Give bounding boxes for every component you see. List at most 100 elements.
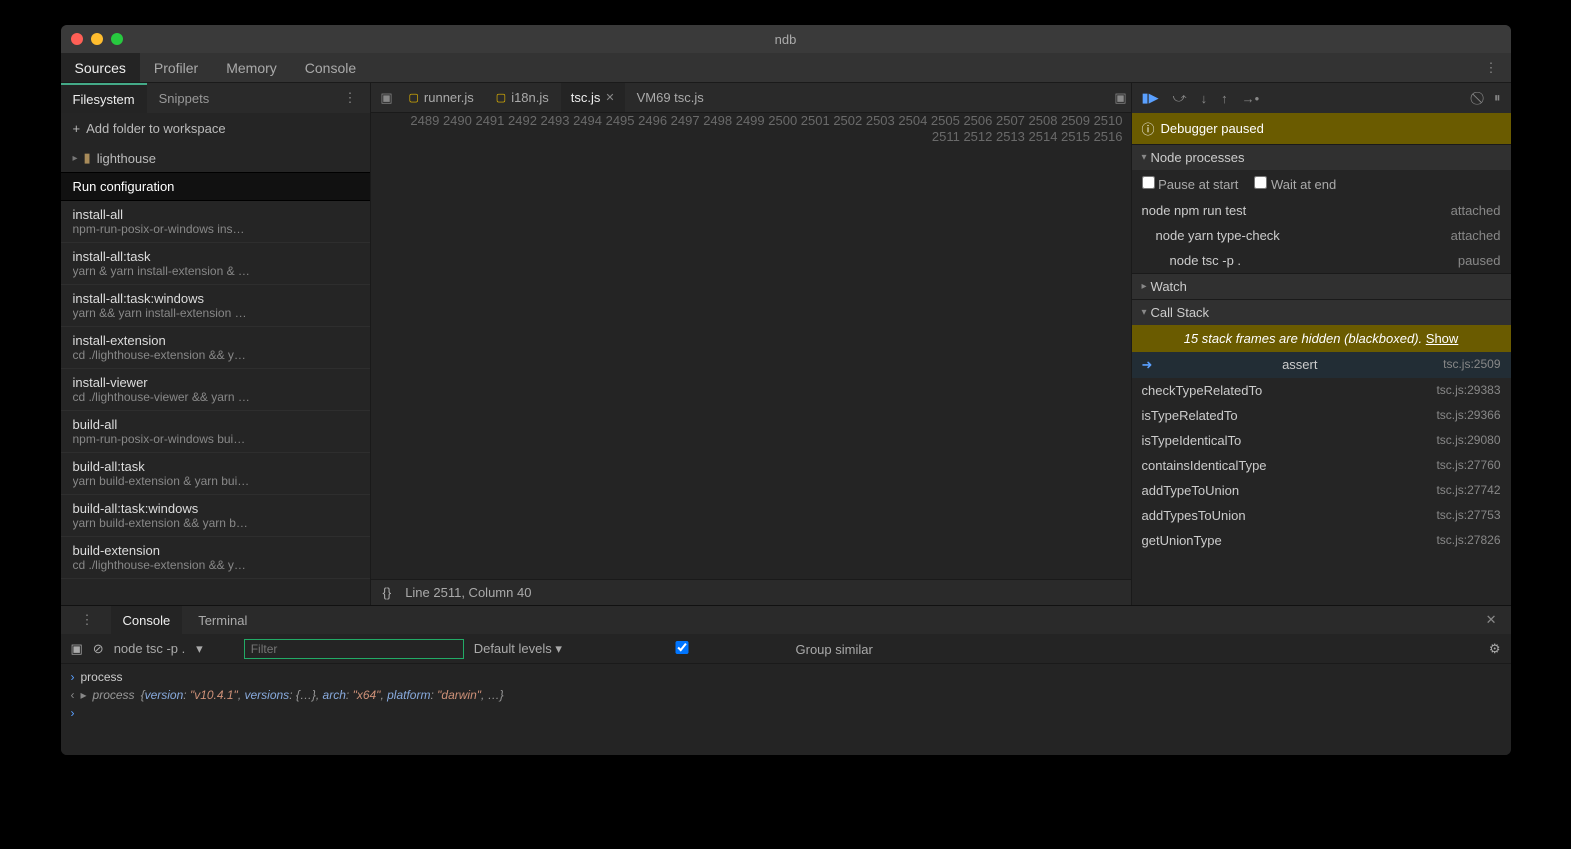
more-menu-icon[interactable]: ⋮: [1473, 60, 1511, 76]
step-icon[interactable]: →•: [1242, 91, 1260, 106]
console-filter-input[interactable]: [244, 639, 464, 659]
clear-console-icon[interactable]: ⊘: [93, 641, 104, 657]
script-build-all:task[interactable]: build-all:taskyarn build-extension & yar…: [61, 453, 370, 495]
tab-console[interactable]: Console: [291, 53, 370, 82]
navigator-more-icon[interactable]: ⋮: [332, 90, 370, 106]
folder-icon: ▮: [84, 150, 91, 166]
group-similar-checkbox[interactable]: Group similar: [572, 641, 873, 657]
process-options: Pause at start Wait at end: [1132, 170, 1511, 198]
step-out-icon[interactable]: ↑: [1221, 91, 1228, 106]
add-folder-label: Add folder to workspace: [86, 121, 225, 136]
app-window: ndb Sources Profiler Memory Console ⋮ Fi…: [61, 25, 1511, 755]
stack-frame[interactable]: addTypeToUniontsc.js:27742: [1132, 478, 1511, 503]
banner-text: Debugger paused: [1161, 121, 1264, 136]
debugger-panel: ▮▶ ⤻ ↓ ↑ →• ⃠ ⏸ ⓘ Debugger paused Node p…: [1131, 83, 1511, 605]
folder-lighthouse[interactable]: ▸ ▮ lighthouse: [61, 144, 370, 172]
check-label: Pause at start: [1158, 177, 1238, 192]
process-item[interactable]: node tsc -p .paused: [1132, 248, 1511, 273]
context-select[interactable]: node tsc -p . ▾: [114, 641, 234, 657]
line-gutter: 2489 2490 2491 2492 2493 2494 2495 2496 …: [371, 113, 1131, 579]
stack-frame[interactable]: asserttsc.js:2509: [1132, 352, 1511, 378]
stack-frame[interactable]: isTypeRelatedTotsc.js:29366: [1132, 403, 1511, 428]
section-node-processes[interactable]: Node processes: [1132, 144, 1511, 170]
script-install-extension[interactable]: install-extensioncd ./lighthouse-extensi…: [61, 327, 370, 369]
add-folder-button[interactable]: + Add folder to workspace: [61, 113, 370, 144]
nav-toggle-icon[interactable]: ▣: [377, 90, 397, 106]
subtab-filesystem[interactable]: Filesystem: [61, 83, 147, 113]
wait-at-end-checkbox[interactable]: Wait at end: [1254, 176, 1336, 192]
filetab-runner[interactable]: ▢ runner.js: [399, 83, 484, 112]
script-build-all[interactable]: build-allnpm-run-posix-or-windows bui…: [61, 411, 370, 453]
filetab-i18n[interactable]: ▢i18n.js: [486, 83, 559, 112]
script-build-all:task:windows[interactable]: build-all:task:windowsyarn build-extensi…: [61, 495, 370, 537]
plus-icon: +: [73, 121, 81, 136]
console-result-type: process: [93, 688, 135, 702]
drawer-tab-console[interactable]: Console: [111, 606, 183, 634]
step-into-icon[interactable]: ↓: [1201, 91, 1208, 106]
filetab-label: VM69 tsc.js: [637, 90, 704, 105]
stack-frame[interactable]: containsIdenticalTypetsc.js:27760: [1132, 453, 1511, 478]
editor-panel: ▣ ▢ runner.js ▢i18n.js tsc.js ✕ VM69 tsc.j…: [371, 83, 1131, 605]
tab-memory[interactable]: Memory: [212, 53, 291, 82]
subtab-snippets[interactable]: Snippets: [147, 83, 222, 113]
chevron-right-icon: ▸: [73, 153, 78, 164]
stack-frame[interactable]: addTypesToUniontsc.js:27753: [1132, 503, 1511, 528]
code-editor[interactable]: 2489 2490 2491 2492 2493 2494 2495 2496 …: [371, 113, 1131, 579]
debugger-paused-banner: ⓘ Debugger paused: [1132, 113, 1511, 144]
tab-sources[interactable]: Sources: [61, 53, 140, 82]
script-install-all:task[interactable]: install-all:taskyarn & yarn install-exte…: [61, 243, 370, 285]
drawer-menu-icon[interactable]: ⋮: [69, 612, 107, 628]
js-file-icon: ▢: [409, 91, 419, 104]
resume-icon[interactable]: ▮▶: [1142, 90, 1159, 106]
console-output[interactable]: ›process ‹▸process {version: "v10.4.1", …: [61, 664, 1511, 755]
step-over-icon[interactable]: ⤻: [1173, 90, 1187, 106]
zoom-window-button[interactable]: [111, 33, 123, 45]
pause-exceptions-icon[interactable]: ⏸: [1494, 90, 1501, 106]
filetab-label: runner.js: [424, 90, 474, 105]
show-nav-icon[interactable]: ▣: [1111, 90, 1131, 106]
process-item[interactable]: node yarn type-checkattached: [1132, 223, 1511, 248]
js-file-icon: ▢: [496, 91, 506, 104]
expand-icon[interactable]: ▸: [81, 688, 87, 702]
blackbox-show-link[interactable]: Show: [1426, 331, 1459, 346]
tab-profiler[interactable]: Profiler: [140, 53, 212, 82]
stack-frame[interactable]: isTypeIdenticalTotsc.js:29080: [1132, 428, 1511, 453]
run-configuration-header: Run configuration: [61, 172, 370, 201]
drawer-tab-terminal[interactable]: Terminal: [186, 606, 259, 634]
script-build-extension[interactable]: build-extensioncd ./lighthouse-extension…: [61, 537, 370, 579]
console-result[interactable]: {version: "v10.4.1", versions: {…}, arch…: [141, 688, 504, 702]
script-install-viewer[interactable]: install-viewercd ./lighthouse-viewer && …: [61, 369, 370, 411]
section-watch[interactable]: Watch: [1132, 273, 1511, 299]
stack-frame[interactable]: getUnionTypetsc.js:27826: [1132, 528, 1511, 553]
pretty-print-icon[interactable]: {}: [383, 585, 392, 600]
folder-label: lighthouse: [97, 151, 156, 166]
stack-frame[interactable]: checkTypeRelatedTotsc.js:29383: [1132, 378, 1511, 403]
process-item[interactable]: node npm run testattached: [1132, 198, 1511, 223]
check-label: Wait at end: [1271, 177, 1336, 192]
close-tab-icon[interactable]: ✕: [605, 91, 614, 104]
console-sidebar-icon[interactable]: ▣: [71, 641, 83, 657]
console-settings-icon[interactable]: ⚙: [1489, 641, 1501, 657]
section-label: Watch: [1151, 279, 1187, 294]
log-levels-select[interactable]: Default levels ▾: [474, 641, 562, 657]
close-drawer-icon[interactable]: ✕: [1480, 612, 1503, 628]
section-call-stack[interactable]: Call Stack: [1132, 299, 1511, 325]
console-toolbar: ▣ ⊘ node tsc -p . ▾ Default levels ▾ Gro…: [61, 634, 1511, 664]
section-label: Node processes: [1151, 150, 1245, 165]
minimize-window-button[interactable]: [91, 33, 103, 45]
filetab-label: tsc.js: [571, 90, 601, 105]
file-tabbar: ▣ ▢ runner.js ▢i18n.js tsc.js ✕ VM69 tsc.j…: [371, 83, 1131, 113]
console-input-echo: process: [81, 670, 123, 684]
filetab-tsc[interactable]: tsc.js ✕: [561, 83, 625, 112]
close-window-button[interactable]: [71, 33, 83, 45]
script-install-all:task:windows[interactable]: install-all:task:windowsyarn && yarn ins…: [61, 285, 370, 327]
pause-at-start-checkbox[interactable]: Pause at start: [1142, 176, 1239, 192]
drawer-panel: ⋮ Console Terminal ✕ ▣ ⊘ node tsc -p . ▾…: [61, 605, 1511, 755]
cursor-position: Line 2511, Column 40: [405, 585, 531, 600]
window-title: ndb: [775, 32, 797, 47]
main-tabbar: Sources Profiler Memory Console ⋮: [61, 53, 1511, 83]
filetab-vm69[interactable]: VM69 tsc.js: [627, 83, 714, 112]
blackbox-banner: 15 stack frames are hidden (blackboxed).…: [1132, 325, 1511, 352]
script-install-all[interactable]: install-allnpm-run-posix-or-windows ins…: [61, 201, 370, 243]
titlebar: ndb: [61, 25, 1511, 53]
